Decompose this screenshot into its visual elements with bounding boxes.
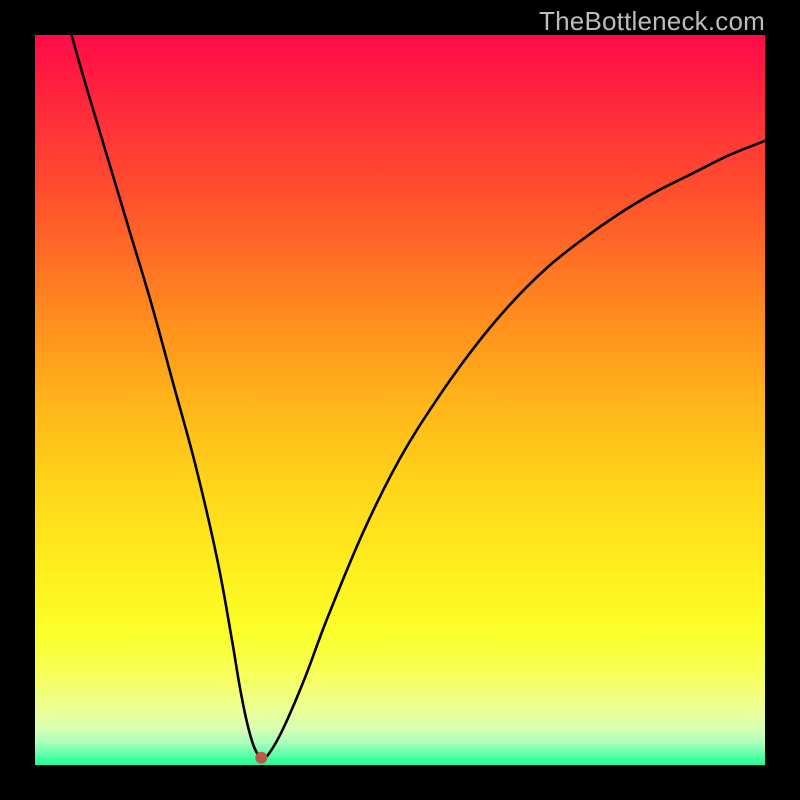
plot-area (35, 35, 765, 765)
bottleneck-marker (255, 752, 267, 764)
watermark-text: TheBottleneck.com (539, 6, 765, 37)
curve-layer (35, 35, 765, 765)
bottleneck-curve-line (72, 35, 766, 759)
bottleneck-chart: TheBottleneck.com (0, 0, 800, 800)
